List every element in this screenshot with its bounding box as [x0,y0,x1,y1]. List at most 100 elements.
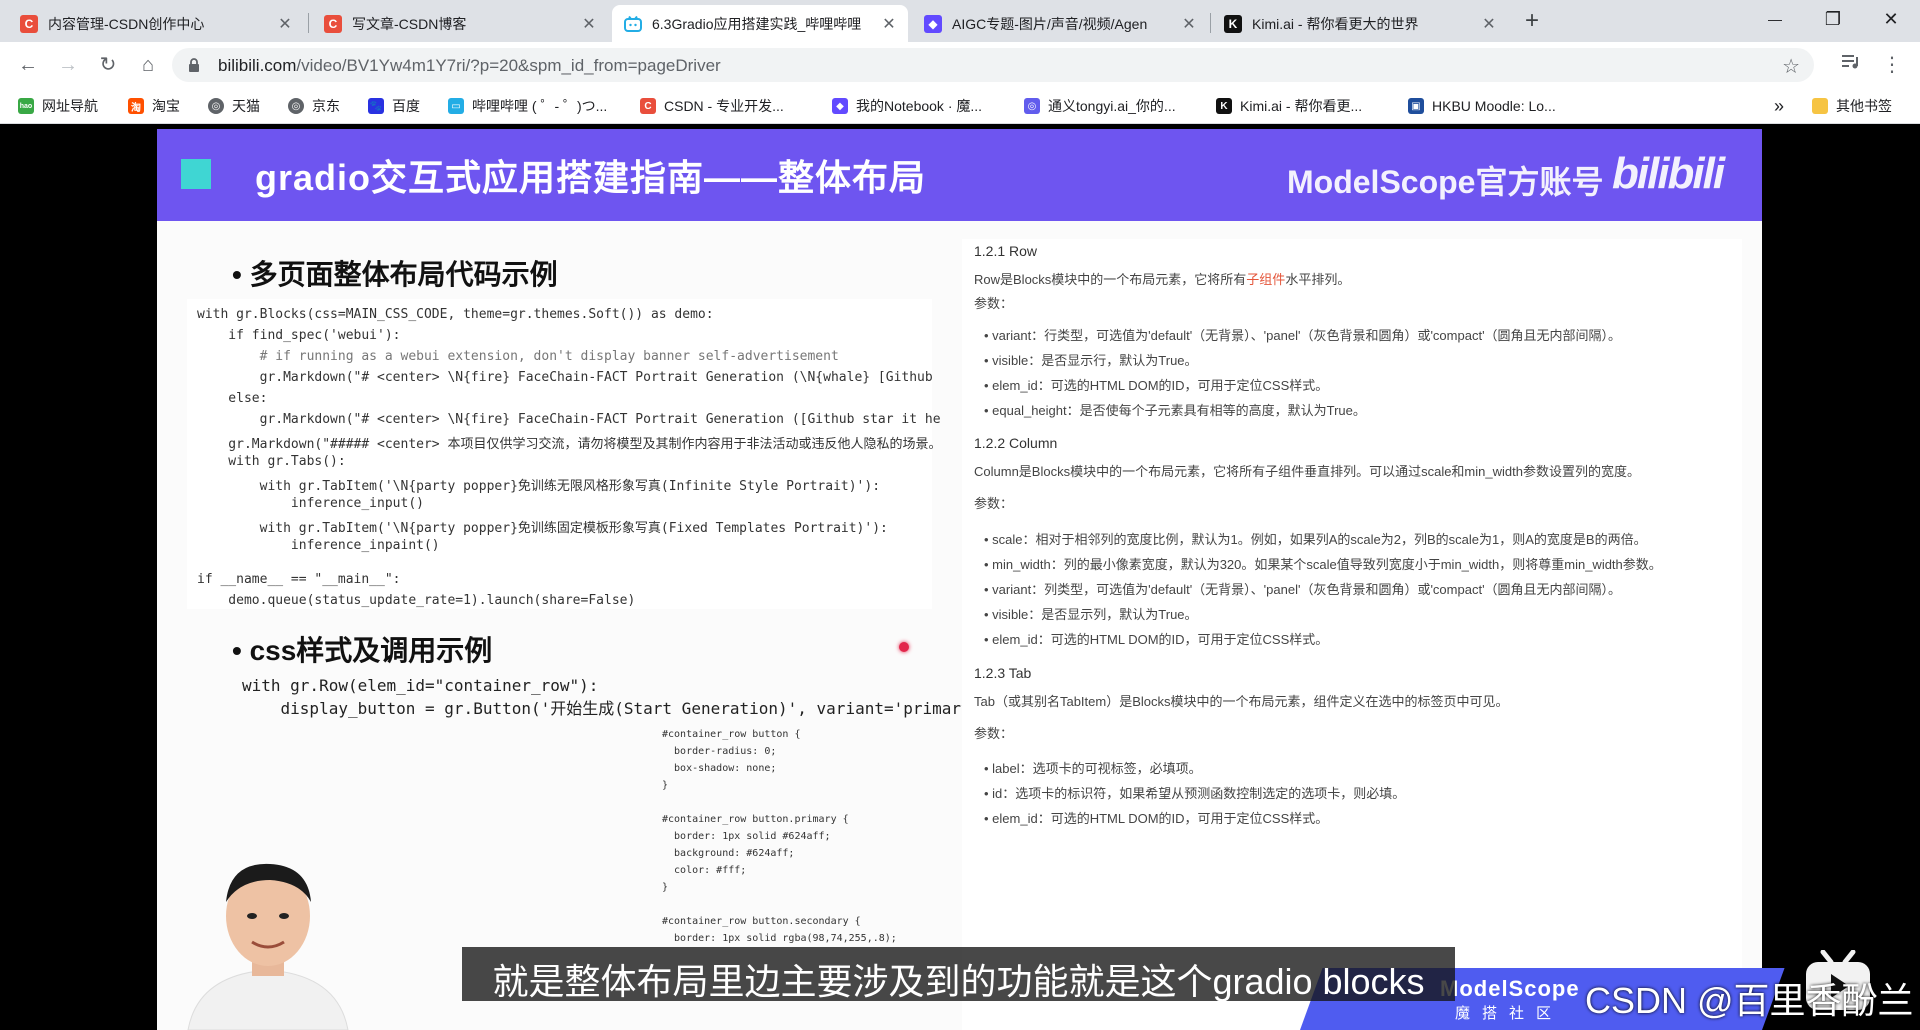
code-line: inference_input() [197,496,424,511]
section-title-css: • css样式及调用示例 [232,635,493,666]
bookmarks-bar: hao 网址导航 淘 淘宝 ◎ 天猫 ◎ 京东 🐾 百度 ▭ 哔哩哔哩 ( ゜-… [0,88,1920,124]
doc-heading: 1.2.3 Tab [974,665,1032,681]
url-path: /video/BV1Yw4m1Y7ri/?p=20&spm_id_from=pa… [296,56,721,75]
doc-list-item: • variant：行类型，可选值为'default'（无背景）、'panel'… [984,328,1622,343]
code-line: demo.queue(status_update_rate=1).launch(… [197,593,636,608]
code-line: gr.Markdown("##### <center> 本项目仅供学习交流，请勿… [197,437,942,452]
maximize-button[interactable]: ❐ [1804,0,1862,38]
video-player[interactable]: gradio交互式应用搭建指南——整体布局 ModelScope官方账号 bil… [0,124,1920,1030]
bookmark-bilibili[interactable]: ▭ 哔哩哔哩 ( ゜- ゜)つ... [448,95,607,117]
address-bar[interactable]: bilibili.com/video/BV1Yw4m1Y7ri/?p=20&sp… [172,48,1814,82]
csdn-icon: C [640,98,656,114]
modelscope-brand: ModelScope官方账号 [1287,164,1604,200]
code-line: else: [197,391,268,406]
modelscope-icon: ◆ [924,14,942,33]
code-line: inference_inpaint() [197,538,440,553]
slide-header: gradio交互式应用搭建指南——整体布局 ModelScope官方账号 bil… [157,129,1762,221]
doc-params-label: 参数： [974,726,1014,741]
bookmark-jd[interactable]: ◎ 京东 [288,95,340,117]
doc-heading: 1.2.1 Row [974,243,1038,259]
doc-paragraph: Row是Blocks模块中的一个布局元素，它将所有子组件水平排列。 [974,269,1350,288]
code-line: with gr.Blocks(css=MAIN_CSS_CODE, theme=… [197,307,714,322]
tab-csdn-content-manage[interactable]: C 内容管理-CSDN创作中心 ✕ [8,5,304,42]
url-host: bilibili.com [218,56,297,75]
kimi-icon: K [1224,14,1242,33]
bookmark-csdn[interactable]: C CSDN - 专业开发... [640,95,784,117]
csdn-watermark: CSDN @百里香酚兰 [1585,980,1914,1021]
close-icon[interactable]: ✕ [276,14,294,34]
menu-kebab-icon[interactable]: ⋮ [1878,51,1906,79]
bookmark-hkbu[interactable]: ▣ HKBU Moodle: Lo... [1408,95,1556,117]
bookmarks-overflow-chevron[interactable]: » [1774,95,1784,117]
bilibili-tv-icon: ▭ [448,98,464,114]
tab-aigc[interactable]: ◆ AIGC专题-图片/声音/视频/Agen ✕ [912,5,1208,42]
bookmark-star-icon[interactable]: ☆ [1782,54,1800,79]
doc-list-item: • visible：是否显示列，默认为True。 [984,607,1198,622]
doc-link-subcomponent[interactable]: 子组件 [1246,272,1285,287]
close-icon[interactable]: ✕ [580,14,598,34]
tab-title: 6.3Gradio应用搭建实践_哔哩哔哩 [652,15,862,32]
kimi-icon: K [1216,98,1232,114]
taobao-icon: 淘 [128,98,144,114]
doc-list-item: • elem_id：可选的HTML DOM的ID，可用于定位CSS样式。 [984,378,1329,393]
doc-list-item: • id：选项卡的标识符，如果希望从预测函数控制选定的选项卡，则必填。 [984,786,1406,801]
minimize-button[interactable]: — [1746,0,1804,38]
lock-icon[interactable] [186,57,202,73]
back-button[interactable]: ← [14,51,42,79]
doc-heading: 1.2.2 Column [974,435,1058,451]
forward-button[interactable]: → [54,51,82,79]
browser-toolbar: ← → ↻ ⌂ bilibili.com/video/BV1Yw4m1Y7ri/… [0,42,1920,88]
code-line: gr.Markdown("# <center> \N{fire} FaceCha… [197,370,933,385]
globe-icon: ◎ [208,98,224,114]
header-accent-square [181,159,211,189]
presenter-avatar [178,850,358,1030]
doc-params-label: 参数： [974,296,1014,311]
home-button[interactable]: ⌂ [134,51,162,79]
code-line: if find_spec('webui'): [197,328,401,343]
doc-panel: 1.2.1 Row Row是Blocks模块中的一个布局元素，它将所有子组件水平… [962,239,1742,1030]
pointer-dot [899,642,909,652]
reload-button[interactable]: ↻ [94,51,122,79]
bookmark-label: 百度 [392,98,420,114]
doc-list-item: • min_width：列的最小像素宽度，默认为320。如果某个scale值导致… [984,557,1662,572]
code-block-layout: with gr.Blocks(css=MAIN_CSS_CODE, theme=… [187,299,941,609]
other-bookmarks[interactable]: 其他书签 [1812,95,1892,117]
hao123-icon: hao [18,98,34,114]
tab-kimi[interactable]: K Kimi.ai - 帮你看更大的世界 ✕ [1212,5,1508,42]
bookmark-kimi[interactable]: K Kimi.ai - 帮你看更... [1216,95,1362,117]
tab-bilibili-video[interactable]: 6.3Gradio应用搭建实践_哔哩哔哩 ✕ [612,5,908,42]
bookmark-tmall[interactable]: ◎ 天猫 [208,95,260,117]
bookmark-label: 京东 [312,98,340,114]
bookmark-label: 我的Notebook · 魔... [856,98,983,114]
new-tab-button[interactable]: + [1518,8,1546,36]
code-line: # if running as a webui extension, don't… [197,349,839,364]
bookmark-label: 淘宝 [152,98,180,114]
subtitle-box: 就是整体布局里边主要涉及到的功能就是这个gradio blocks [462,947,1455,1002]
tab-csdn-write[interactable]: C 写文章-CSDN博客 ✕ [312,5,608,42]
bookmark-baidu[interactable]: 🐾 百度 [368,95,420,117]
css-call-code-line: with gr.Row(elem_id="container_row"): [242,676,599,695]
close-icon[interactable]: ✕ [1180,14,1198,34]
close-icon[interactable]: ✕ [1480,14,1498,34]
close-window-button[interactable]: ✕ [1862,0,1920,38]
bookmark-taobao[interactable]: 淘 淘宝 [128,95,180,117]
doc-text: Row是Blocks模块中的一个布局元素，它将所有 [974,272,1247,287]
doc-paragraph: Column是Blocks模块中的一个布局元素，它将所有子组件垂直排列。可以通过… [974,464,1640,479]
bilibili-tv-icon [624,15,642,33]
close-icon[interactable]: ✕ [880,14,898,34]
tongyi-icon: ◎ [1024,98,1040,114]
css-call-code-line: display_button = gr.Button('开始生成(Start G… [242,699,990,718]
doc-list-item: • scale：相对于相邻列的宽度比例，默认为1。例如，如果列A的scale为2… [984,532,1647,547]
tab-title: AIGC专题-图片/声音/视频/Agen [952,15,1148,32]
moodle-icon: ▣ [1408,98,1424,114]
media-controls-icon[interactable] [1836,51,1864,79]
csdn-icon: C [20,14,38,33]
bookmark-label: HKBU Moodle: Lo... [1432,98,1556,114]
bilibili-logo: bilibili [1612,149,1725,198]
code-line: gr.Markdown("# <center> \N{fire} FaceCha… [197,412,941,427]
bookmark-notebook[interactable]: ◆ 我的Notebook · 魔... [832,95,982,117]
bookmark-hao[interactable]: hao 网址导航 [18,95,98,117]
doc-text: 水平排列。 [1285,272,1351,287]
url-text[interactable]: bilibili.com/video/BV1Yw4m1Y7ri/?p=20&sp… [218,56,721,76]
bookmark-tongyi[interactable]: ◎ 通义tongyi.ai_你的... [1024,95,1176,117]
